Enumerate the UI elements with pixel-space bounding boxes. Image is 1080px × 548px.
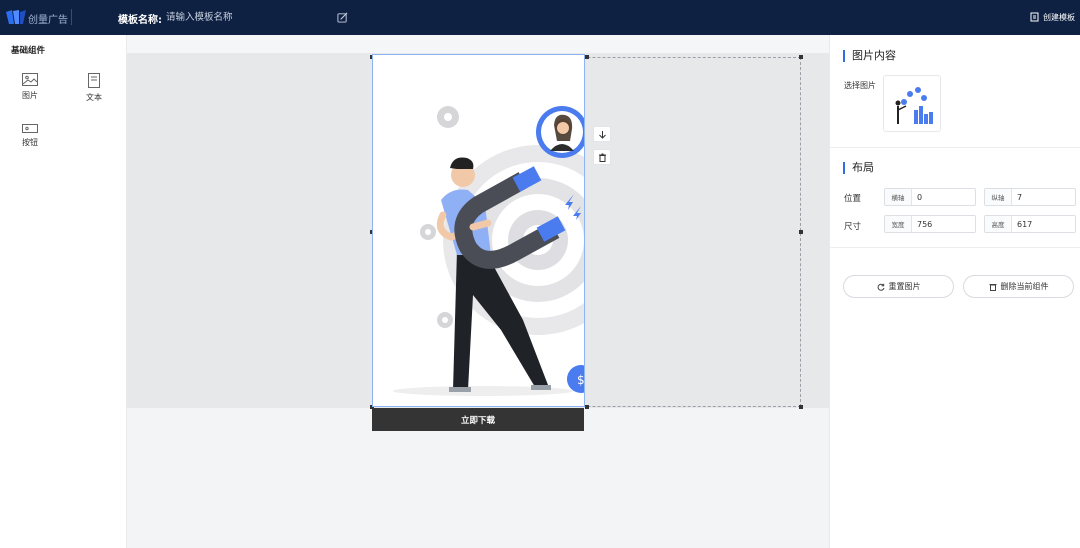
resize-handle[interactable]: [799, 55, 803, 59]
move-down-icon: [598, 130, 606, 139]
canvas-top-strip: [127, 35, 829, 53]
text-icon: [88, 73, 100, 88]
x-axis-field[interactable]: 横轴 0: [884, 188, 976, 206]
resize-handle[interactable]: [585, 405, 589, 409]
template-name-input[interactable]: [166, 9, 331, 25]
trash-icon: [989, 283, 996, 291]
logo-icon: [6, 10, 26, 24]
phone-preview[interactable]: $ freepik: [372, 54, 585, 407]
x-axis-value: 0: [917, 192, 923, 202]
choose-image-label: 选择图片: [844, 81, 876, 90]
template-name-label: 模板名称:: [118, 15, 162, 26]
component-panel: 基础组件 图片 文本 按钮: [0, 35, 127, 548]
component-text[interactable]: 文本: [76, 73, 112, 109]
create-template-label: 创建模板: [1043, 12, 1075, 22]
image-icon: [22, 73, 38, 86]
resize-handle[interactable]: [799, 405, 803, 409]
resize-handle[interactable]: [799, 230, 803, 234]
image-section-title: 图片内容: [843, 50, 896, 62]
create-template-icon: [1030, 12, 1039, 22]
reset-image-label: 重置图片: [888, 282, 921, 291]
component-panel-title: 基础组件: [11, 46, 46, 56]
layout-section-title: 布局: [843, 162, 874, 174]
image-thumbnail[interactable]: [883, 75, 941, 132]
component-image-label: 图片: [22, 91, 38, 100]
move-down-button[interactable]: [593, 126, 611, 142]
y-axis-field[interactable]: 纵轴 7: [984, 188, 1076, 206]
thumbnail-image: [895, 87, 933, 124]
component-button[interactable]: 按钮: [12, 124, 48, 160]
y-axis-value: 7: [1017, 192, 1023, 202]
download-now-button[interactable]: 立即下载: [372, 408, 584, 431]
delete-component-label: 删除当前组件: [1000, 282, 1049, 291]
trash-icon: [598, 153, 606, 162]
logo-text: 创量广告: [28, 15, 68, 26]
resize-handle[interactable]: [585, 55, 589, 59]
edit-icon[interactable]: [337, 12, 348, 23]
magnet-illustration[interactable]: $ freepik: [373, 55, 585, 407]
properties-panel: 图片内容 选择图片 布局 位置 横轴 0 纵轴 7 尺寸 宽度 756 高度 6…: [829, 35, 1080, 548]
component-image[interactable]: 图片: [12, 73, 48, 109]
coin-symbol: $: [577, 373, 585, 387]
width-field[interactable]: 宽度 756: [884, 215, 976, 233]
section-divider: [830, 247, 1080, 248]
reset-image-button[interactable]: 重置图片: [843, 275, 954, 298]
x-axis-label: 横轴: [885, 189, 912, 205]
height-value: 617: [1017, 219, 1033, 229]
create-template-button[interactable]: 创建模板: [1030, 10, 1075, 24]
header-divider: [71, 9, 72, 25]
top-header: 创量广告 模板名称: 创建模板: [0, 0, 1080, 35]
width-label: 宽度: [885, 216, 912, 232]
height-label: 高度: [985, 216, 1012, 232]
component-button-label: 按钮: [22, 138, 38, 147]
component-text-label: 文本: [86, 93, 102, 102]
position-label: 位置: [844, 194, 862, 204]
button-icon: [22, 124, 38, 133]
delete-component-tool[interactable]: [593, 149, 611, 165]
delete-component-button[interactable]: 删除当前组件: [963, 275, 1074, 298]
section-divider: [830, 147, 1080, 148]
height-field[interactable]: 高度 617: [984, 215, 1076, 233]
canvas-side-tools: [593, 126, 611, 172]
y-axis-label: 纵轴: [985, 189, 1012, 205]
size-label: 尺寸: [844, 222, 862, 232]
refresh-icon: [877, 283, 884, 291]
width-value: 756: [917, 219, 933, 229]
